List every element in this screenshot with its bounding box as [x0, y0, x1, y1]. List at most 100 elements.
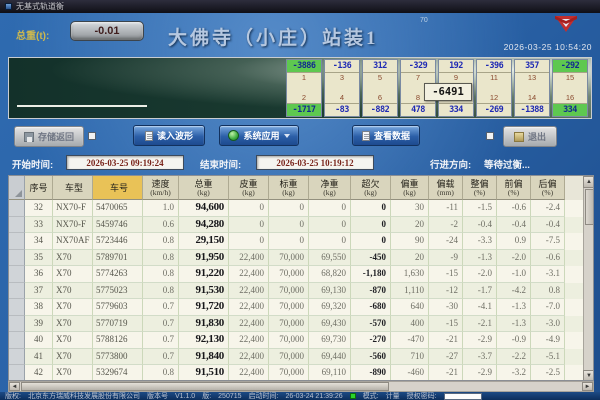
table-row[interactable]: 38X7057796030.791,72022,40070,00069,320-… — [9, 299, 583, 316]
sensor-pair: 1112 — [477, 73, 511, 103]
row-marker[interactable] — [9, 200, 25, 217]
table-cell: 91,220 — [179, 266, 229, 283]
sensor-bottom-value: -269 — [477, 103, 511, 116]
table-cell: -0.6 — [531, 250, 565, 267]
save-return-button[interactable]: 存储返回 — [14, 126, 84, 147]
row-marker[interactable] — [9, 250, 25, 267]
column-header[interactable]: 标重(kg) — [269, 176, 309, 200]
column-header-label: 偏载 — [436, 179, 454, 189]
row-marker[interactable] — [9, 332, 25, 349]
sensor-bottom-value: 478 — [401, 103, 435, 116]
column-header[interactable]: 前偏(%) — [497, 176, 531, 200]
table-cell: 41 — [25, 349, 53, 366]
sensor-number: 14 — [515, 94, 549, 102]
sensor-column: -388612-1717 — [286, 59, 322, 117]
table-cell: -2.5 — [531, 365, 565, 381]
table-cell: 70,000 — [269, 283, 309, 300]
column-header[interactable]: 总重(kg) — [179, 176, 229, 200]
column-header[interactable]: 超欠(kg) — [351, 176, 391, 200]
table-cell: 40 — [25, 332, 53, 349]
column-header[interactable]: 序号 — [25, 176, 53, 200]
table-cell: 69,110 — [309, 365, 351, 381]
row-marker[interactable] — [9, 266, 25, 283]
row-marker[interactable] — [9, 365, 25, 381]
read-waveform-button[interactable]: 读入波形 — [133, 125, 205, 146]
column-header[interactable]: 偏重(kg) — [391, 176, 429, 200]
exit-button[interactable]: 退出 — [503, 126, 557, 147]
total-weight-label: 总重(t): — [16, 27, 49, 42]
view-data-button[interactable]: 查看数据 — [352, 125, 420, 146]
row-marker[interactable] — [9, 217, 25, 234]
scroll-right-button[interactable]: ► — [582, 382, 593, 391]
row-marker[interactable] — [9, 316, 25, 333]
table-cell: -9 — [429, 250, 463, 267]
table-cell: -1.3 — [497, 316, 531, 333]
table-cell: -3.2 — [497, 365, 531, 381]
scroll-left-button[interactable]: ◄ — [9, 382, 20, 391]
sensor-number: 7 — [401, 74, 435, 82]
column-header[interactable]: 净重(kg) — [309, 176, 351, 200]
row-marker[interactable] — [9, 233, 25, 250]
table-cell: -4.9 — [531, 332, 565, 349]
table-cell: -1.5 — [463, 200, 497, 217]
horizontal-scroll-thumb[interactable] — [21, 382, 389, 391]
table-cell: -1.3 — [497, 299, 531, 316]
table-row[interactable]: 36X7057742630.891,22022,40070,00068,820-… — [9, 266, 583, 283]
column-header[interactable]: 车型 — [53, 176, 93, 200]
sensor-bottom-value: 334 — [553, 103, 587, 116]
table-cell: X70 — [53, 349, 93, 366]
system-app-button[interactable]: 系统应用 — [219, 125, 299, 146]
vertical-scrollbar[interactable]: ▲ ▼ — [583, 176, 594, 381]
table-cell: -570 — [351, 316, 391, 333]
column-header[interactable]: 车号 — [93, 176, 143, 200]
column-header[interactable]: 后偏(%) — [531, 176, 565, 200]
table-cell: -2.1 — [463, 316, 497, 333]
table-cell: 5470065 — [93, 200, 143, 217]
scroll-down-button[interactable]: ▼ — [583, 370, 594, 381]
password-input[interactable] — [444, 393, 482, 400]
table-cell: 710 — [391, 349, 429, 366]
column-header[interactable]: 整偏(%) — [463, 176, 497, 200]
exit-checkbox[interactable] — [486, 132, 494, 140]
table-cell: 0 — [351, 233, 391, 250]
table-row[interactable]: 40X7057881260.792,13022,40070,00069,730-… — [9, 332, 583, 349]
table-row[interactable]: 39X7057707190.791,83022,40070,00069,430-… — [9, 316, 583, 333]
table-row[interactable]: 33NX70-F54597460.694,280000020-2-0.4-0.4… — [9, 217, 583, 234]
table-row[interactable]: 34NX70AF57234460.829,150000090-24-3.30.9… — [9, 233, 583, 250]
table-cell: X70 — [53, 316, 93, 333]
table-row[interactable]: 41X7057738000.791,84022,40070,00069,440-… — [9, 349, 583, 366]
column-header[interactable]: 偏载(mm) — [429, 176, 463, 200]
row-marker[interactable] — [9, 283, 25, 300]
table-cell: -1.0 — [497, 266, 531, 283]
table-cell: -27 — [429, 349, 463, 366]
table-cell: 5773800 — [93, 349, 143, 366]
table-cell: 22,400 — [229, 266, 269, 283]
end-time-field[interactable]: 2026-03-25 10:19:12 — [256, 155, 374, 170]
column-header[interactable]: 速度(km/h) — [143, 176, 179, 200]
table-row[interactable]: 32NX70-F54700651.094,600000030-11-1.5-0.… — [9, 200, 583, 217]
table-cell: -0.6 — [497, 200, 531, 217]
table-cell: 69,430 — [309, 316, 351, 333]
table-cell: 69,130 — [309, 283, 351, 300]
column-header-label: 皮重 — [239, 179, 257, 189]
window-titlebar[interactable]: 无基式轨道衡 — [0, 0, 600, 13]
start-time-field[interactable]: 2026-03-25 09:19:24 — [66, 155, 184, 170]
row-marker[interactable] — [9, 349, 25, 366]
scroll-up-button[interactable]: ▲ — [583, 176, 594, 188]
table-cell: -450 — [351, 250, 391, 267]
column-header[interactable]: 皮重(kg) — [229, 176, 269, 200]
vertical-scroll-thumb[interactable] — [585, 189, 594, 225]
table-row[interactable]: 37X7057750230.891,53022,40070,00069,130-… — [9, 283, 583, 300]
sensor-pair: 34 — [325, 73, 359, 103]
save-checkbox[interactable] — [88, 132, 96, 140]
read-waveform-label: 读入波形 — [157, 129, 193, 142]
row-marker[interactable] — [9, 299, 25, 316]
column-header-label: 序号 — [29, 183, 47, 193]
status-bar: 版权: 北京东方瑞威科技发展股份有限公司 版本号 V1.1.0 版: 25071… — [0, 392, 600, 400]
table-cell: X70 — [53, 332, 93, 349]
table-cell: 5329674 — [93, 365, 143, 381]
table-cell: -3.7 — [463, 349, 497, 366]
table-cell: 400 — [391, 316, 429, 333]
table-row[interactable]: 42X7053296740.891,51022,40070,00069,110-… — [9, 365, 583, 381]
table-row[interactable]: 35X7057897010.891,95022,40070,00069,550-… — [9, 250, 583, 267]
